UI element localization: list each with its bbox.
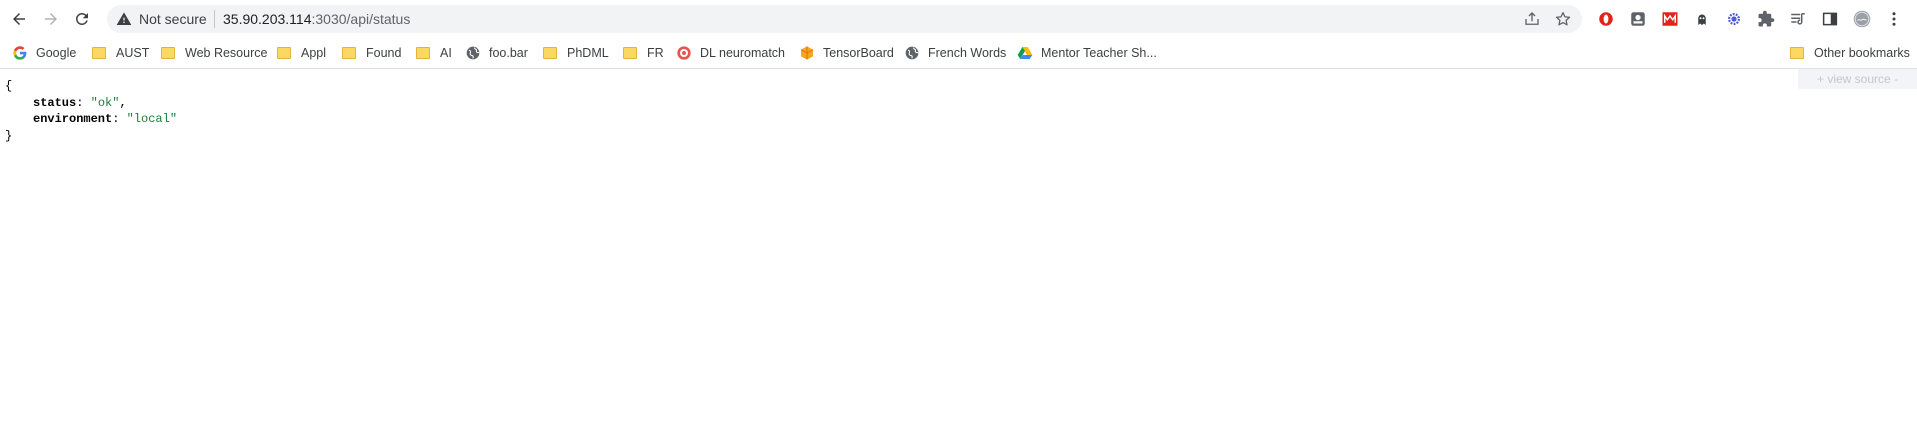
reload-icon <box>75 12 88 25</box>
bookmark-label: DL neuromatch <box>700 46 785 60</box>
bookmark-label: Google <box>36 46 77 60</box>
folder-icon <box>623 45 639 61</box>
back-button[interactable] <box>5 5 33 33</box>
bookmark-appl[interactable]: Appl <box>277 43 326 63</box>
folder-icon <box>161 45 177 61</box>
bookmark-label: Other bookmarks <box>1814 46 1910 60</box>
profile-avatar[interactable] <box>1852 9 1872 29</box>
bookmark-star-icon[interactable] <box>1554 10 1572 28</box>
share-icon[interactable] <box>1523 10 1541 28</box>
bookmark-label: Mentor Teacher Sh... <box>1041 46 1157 60</box>
bookmark-tensorboard[interactable]: TensorBoard <box>799 43 894 63</box>
arrow-right-icon <box>45 13 57 25</box>
bookmark-label: French Words <box>928 46 1007 60</box>
bookmark-phdml[interactable]: PhDML <box>543 43 609 63</box>
bookmark-label: Appl <box>301 46 327 60</box>
json-open-brace: { <box>5 79 13 93</box>
reload-button[interactable] <box>68 5 96 33</box>
browser-toolbar: Not secure 35.90.203.114:3030/api/status <box>0 0 1917 38</box>
json-entry-status: status: "ok", <box>33 95 127 110</box>
arrow-left-icon <box>13 13 25 25</box>
folder-icon <box>342 45 358 61</box>
bookmark-label: PhDML <box>567 46 609 60</box>
bookmark-dl-neuromatch[interactable]: DL neuromatch <box>676 43 785 63</box>
bookmark-label: Web Resource <box>185 46 268 60</box>
google-icon <box>13 46 27 60</box>
ext-red-m-icon[interactable] <box>1660 9 1680 29</box>
tensorboard-icon <box>800 46 814 60</box>
json-close-brace: } <box>5 128 13 143</box>
url-host: 35.90.203.114 <box>223 11 312 27</box>
omnibox-divider <box>214 10 215 28</box>
url-path: :3030/api/status <box>311 11 411 27</box>
url-text[interactable]: 35.90.203.114:3030/api/status <box>223 11 410 27</box>
json-key: environment <box>33 112 113 126</box>
extensions-puzzle-icon[interactable] <box>1756 9 1776 29</box>
warning-icon <box>116 12 132 25</box>
bookmark-label: AUST <box>116 46 150 60</box>
address-bar[interactable]: Not secure 35.90.203.114:3030/api/status <box>107 5 1582 33</box>
folder-icon <box>277 45 293 61</box>
side-panel-icon[interactable] <box>1820 9 1840 29</box>
reading-list-icon[interactable] <box>1788 9 1808 29</box>
opera-extension-icon[interactable] <box>1596 9 1616 29</box>
bookmark-found[interactable]: Found <box>342 43 401 63</box>
json-key: status <box>33 95 77 110</box>
neuromatch-icon <box>677 46 691 60</box>
bookmark-label: AI <box>440 46 452 60</box>
bookmark-french-words[interactable]: French Words <box>904 43 1006 63</box>
bookmark-mentor-teacher[interactable]: Mentor Teacher Sh... <box>1017 43 1157 63</box>
google-drive-icon <box>1017 47 1033 59</box>
folder-icon <box>416 45 432 61</box>
ext-ghost-icon[interactable] <box>1692 9 1712 29</box>
folder-icon <box>92 45 108 61</box>
bookmarks-bar: Google AUST Web Resource Appl Found AI f… <box>0 38 1917 69</box>
bookmark-other-bookmarks[interactable]: Other bookmarks <box>1790 43 1910 63</box>
folder-icon <box>543 45 559 61</box>
bookmark-fr[interactable]: FR <box>623 43 664 63</box>
folder-icon <box>1790 45 1806 61</box>
bookmark-ai[interactable]: AI <box>416 43 452 63</box>
view-source-button[interactable]: + view source - <box>1798 69 1917 89</box>
bookmark-foo-bar[interactable]: foo.bar <box>465 43 528 63</box>
json-comma: , <box>119 95 127 110</box>
menu-kebab-icon[interactable] <box>1884 9 1904 29</box>
ext-gray-square-icon[interactable] <box>1628 9 1648 29</box>
json-value: "ok" <box>90 95 120 110</box>
security-status[interactable]: Not secure <box>139 11 207 27</box>
json-viewer: { status: "ok", environment: "local" } <box>5 78 177 144</box>
bookmark-label: TensorBoard <box>823 46 894 60</box>
bookmark-google[interactable]: Google <box>12 43 76 63</box>
ext-blue-gear-icon[interactable] <box>1724 9 1744 29</box>
bookmark-label: Found <box>366 46 402 60</box>
globe-icon <box>466 46 480 60</box>
json-value: "local" <box>126 112 178 126</box>
bookmark-aust[interactable]: AUST <box>92 43 149 63</box>
json-entry-environment: environment: "local" <box>33 112 178 126</box>
bookmark-web-resource[interactable]: Web Resource <box>161 43 267 63</box>
bookmark-label: foo.bar <box>489 46 528 60</box>
globe-icon <box>905 46 919 60</box>
bookmark-label: FR <box>647 46 664 60</box>
forward-button[interactable] <box>37 5 65 33</box>
